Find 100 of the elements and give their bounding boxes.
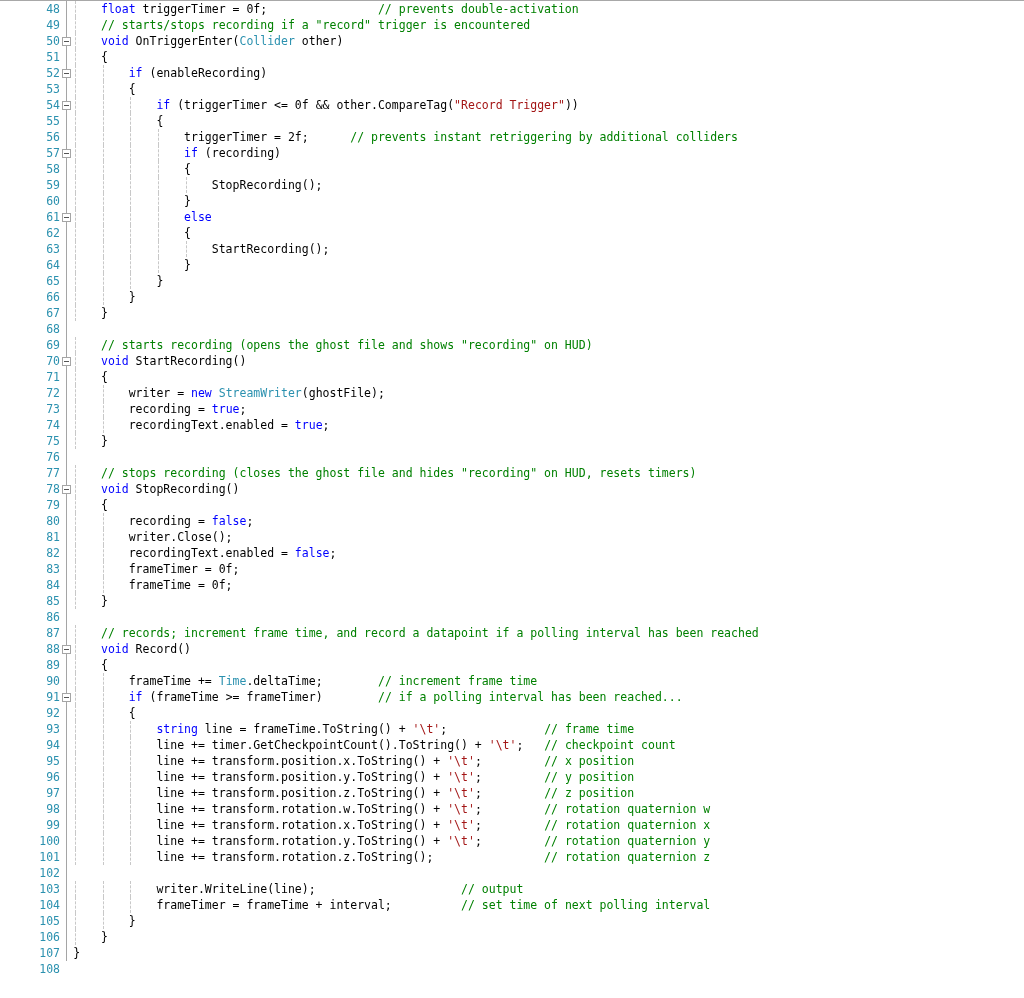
code-line: }	[127, 913, 136, 929]
line-number: 98	[45, 802, 60, 816]
collapse-toggle[interactable]	[62, 36, 71, 46]
code-line: writer.Close();	[127, 529, 233, 545]
line-number: 101	[38, 850, 60, 864]
line-number: 63	[45, 242, 60, 256]
code-line: line += transform.rotation.y.ToString() + '\t'; // rotation quaternion y	[155, 833, 711, 849]
code-line: frameTime = 0f;	[127, 577, 233, 593]
code-line: {	[100, 497, 108, 513]
code-line: {	[127, 705, 136, 721]
collapse-toggle[interactable]	[62, 148, 71, 158]
line-number: 51	[45, 50, 60, 64]
collapse-toggle[interactable]	[62, 68, 71, 78]
line-number: 55	[45, 114, 60, 128]
line-number: 103	[38, 882, 60, 896]
line-number: 92	[45, 706, 60, 720]
line-number: 80	[45, 514, 60, 528]
line-number: 108	[38, 962, 60, 976]
code-line: {	[155, 113, 164, 129]
line-number: 89	[45, 658, 60, 672]
line-number: 48	[45, 2, 60, 16]
collapse-toggle[interactable]	[62, 356, 71, 366]
line-number: 62	[45, 226, 60, 240]
line-number: 107	[38, 946, 60, 960]
code-line: void StopRecording()	[100, 481, 240, 497]
code-line: if (triggerTimer <= 0f && other.CompareTag("Record Trigger"))	[155, 97, 579, 113]
code-line: frameTimer = frameTime + interval; // set time of next polling interval	[155, 897, 711, 913]
code-line: frameTime += Time.deltaTime; // increment frame time	[127, 673, 538, 689]
code-line: writer.WriteLine(line); // output	[155, 881, 524, 897]
code-line: string line = frameTime.ToString() + '\t'; // frame time	[155, 721, 635, 737]
code-line: }	[127, 289, 136, 305]
line-number: 58	[45, 162, 60, 176]
code-line: if (frameTime >= frameTimer) // if a polling interval has been reached...	[127, 689, 683, 705]
line-number: 49	[45, 18, 60, 32]
code-line: void StartRecording()	[100, 353, 247, 369]
line-number: 86	[45, 610, 60, 624]
code-line: {	[183, 225, 191, 241]
line-number: 59	[45, 178, 60, 192]
code-line: writer = new StreamWriter(ghostFile);	[127, 385, 385, 401]
code-line: line += transform.rotation.z.ToString(); // rotation quaternion z	[155, 849, 711, 865]
line-number: 96	[45, 770, 60, 784]
line-number: 78	[45, 482, 60, 496]
line-number: 88	[45, 642, 60, 656]
code-line: triggerTimer = 2f; // prevents instant retriggering by additional colliders	[183, 129, 738, 145]
code-line: float triggerTimer = 0f; // prevents double-activation	[100, 1, 579, 17]
code-line: // starts/stops recording if a "record" trigger is encountered	[100, 17, 531, 33]
code-line: recordingText.enabled = true;	[127, 417, 330, 433]
line-number: 81	[45, 530, 60, 544]
code-line: }	[155, 273, 164, 289]
line-number: 66	[45, 290, 60, 304]
line-number: 95	[45, 754, 60, 768]
code-line: }	[183, 193, 191, 209]
line-number: 83	[45, 562, 60, 576]
code-line: line += transform.rotation.x.ToString() + '\t'; // rotation quaternion x	[155, 817, 711, 833]
line-number: 71	[45, 370, 60, 384]
line-number: 99	[45, 818, 60, 832]
line-number: 79	[45, 498, 60, 512]
line-number: 105	[38, 914, 60, 928]
line-number: 73	[45, 402, 60, 416]
line-number: 97	[45, 786, 60, 800]
code-line: }	[100, 305, 108, 321]
code-line: StopRecording();	[210, 177, 323, 193]
code-line: recordingText.enabled = false;	[127, 545, 337, 561]
code-line: }	[73, 945, 81, 961]
code-line: recording = false;	[127, 513, 254, 529]
collapse-toggle[interactable]	[62, 644, 71, 654]
line-number: 94	[45, 738, 60, 752]
code-line: {	[100, 49, 108, 65]
line-number: 93	[45, 722, 60, 736]
line-number: 104	[38, 898, 60, 912]
line-number: 74	[45, 418, 60, 432]
code-line: else	[183, 209, 212, 225]
code-line: }	[100, 593, 108, 609]
code-line: frameTimer = 0f;	[127, 561, 240, 577]
code-line: if (recording)	[183, 145, 281, 161]
line-number: 69	[45, 338, 60, 352]
code-line: {	[183, 161, 191, 177]
collapse-toggle[interactable]	[62, 692, 71, 702]
line-number: 53	[45, 82, 60, 96]
code-line: void OnTriggerEnter(Collider other)	[100, 33, 344, 49]
line-number: 106	[38, 930, 60, 944]
code-line: line += transform.position.z.ToString() + '\t'; // z position	[155, 785, 635, 801]
code-line: StartRecording();	[210, 241, 330, 257]
code-line: }	[183, 257, 191, 273]
line-number: 50	[45, 34, 60, 48]
line-number: 61	[45, 210, 60, 224]
code-line: // records; increment frame time, and record a datapoint if a polling interval has been reached	[100, 625, 759, 641]
collapse-toggle[interactable]	[62, 484, 71, 494]
line-number: 56	[45, 130, 60, 144]
collapse-toggle[interactable]	[62, 212, 71, 222]
code-line: line += transform.position.y.ToString() + '\t'; // y position	[155, 769, 635, 785]
line-number: 102	[38, 866, 60, 880]
line-number: 100	[38, 834, 60, 848]
line-number: 84	[45, 578, 60, 592]
code-line: recording = true;	[127, 401, 247, 417]
line-number: 91	[45, 690, 60, 704]
line-number: 82	[45, 546, 60, 560]
collapse-toggle[interactable]	[62, 100, 71, 110]
code-line: }	[100, 433, 108, 449]
line-number: 67	[45, 306, 60, 320]
